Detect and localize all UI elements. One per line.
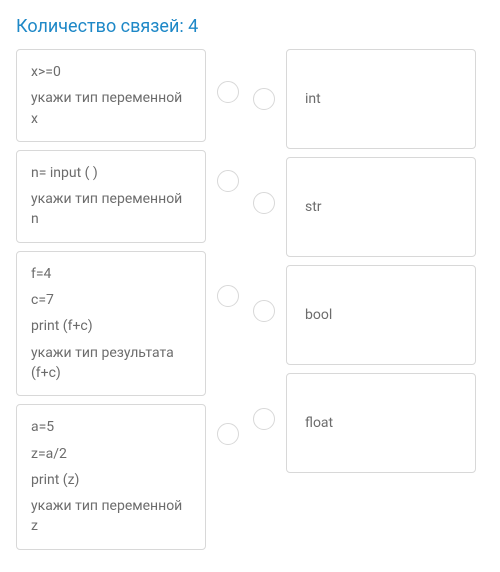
left-card-2[interactable]: n= input ( ) укажи тип переменной n — [16, 150, 206, 243]
left-card-1[interactable]: x>=0 укажи тип переменной x — [16, 49, 206, 142]
card-line: укажи тип переменной z — [31, 496, 191, 537]
right-card-4[interactable]: float — [286, 373, 476, 473]
card-label: bool — [305, 305, 332, 325]
right-card-2[interactable]: str — [286, 157, 476, 257]
right-column: int str bool float — [286, 49, 476, 550]
connector-left-3[interactable] — [217, 285, 239, 307]
card-label: str — [305, 197, 322, 217]
left-card-4[interactable]: a=5 z=a/2 print (z) укажи тип переменной… — [16, 404, 206, 549]
connector-right-2[interactable] — [253, 192, 275, 214]
left-column: x>=0 укажи тип переменной x n= input ( )… — [16, 49, 206, 550]
card-label: float — [305, 413, 333, 433]
right-card-1[interactable]: int — [286, 49, 476, 149]
connections-title: Количество связей: 4 — [16, 16, 484, 37]
card-line: print (z) — [31, 470, 191, 490]
card-line: n= input ( ) — [31, 163, 191, 183]
card-line: укажи тип результата (f+c) — [31, 343, 191, 384]
card-line: a=5 — [31, 417, 191, 437]
card-label: int — [305, 89, 321, 109]
connector-right-1[interactable] — [253, 88, 275, 110]
connector-left-4[interactable] — [217, 423, 239, 445]
card-line: f=4 — [31, 264, 191, 284]
matching-area: x>=0 укажи тип переменной x n= input ( )… — [16, 49, 484, 550]
connector-right-3[interactable] — [253, 300, 275, 322]
card-line: print (f+c) — [31, 316, 191, 336]
connector-right-4[interactable] — [253, 408, 275, 430]
left-connectors — [214, 49, 242, 550]
card-line: z=a/2 — [31, 444, 191, 464]
card-line: укажи тип переменной x — [31, 88, 191, 129]
connector-left-1[interactable] — [217, 81, 239, 103]
card-line: укажи тип переменной n — [31, 189, 191, 230]
card-line: c=7 — [31, 290, 191, 310]
connector-left-2[interactable] — [217, 170, 239, 192]
right-connectors — [250, 49, 278, 550]
right-card-3[interactable]: bool — [286, 265, 476, 365]
left-card-3[interactable]: f=4 c=7 print (f+c) укажи тип результата… — [16, 251, 206, 396]
card-line: x>=0 — [31, 62, 191, 82]
